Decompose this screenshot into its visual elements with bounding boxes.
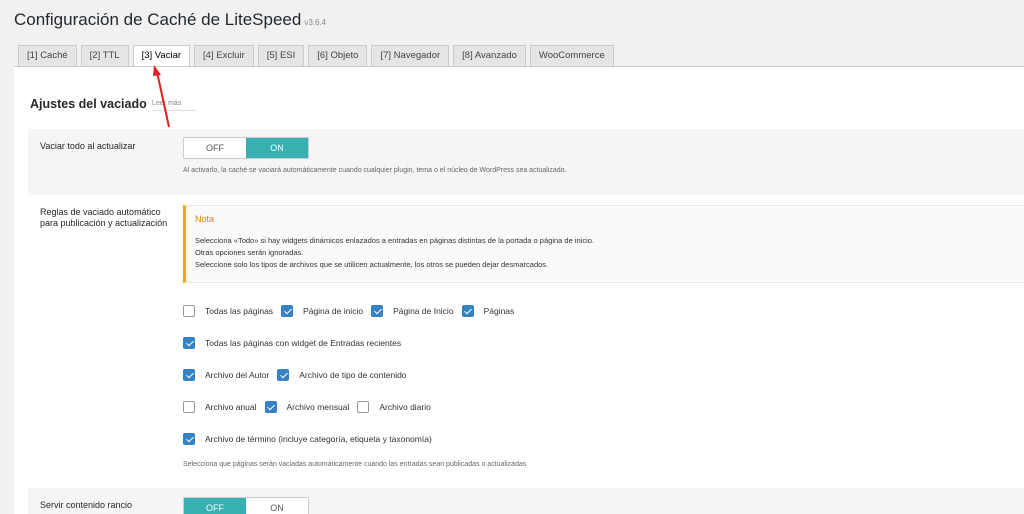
serve-stale-row: Servir contenido rancio OFF ON xyxy=(28,488,1024,514)
note-box: Nota Selecciona «Todo» si hay widgets di… xyxy=(183,205,1024,283)
post-type-archive-checkbox[interactable] xyxy=(277,369,290,381)
section-title: Ajustes del vaciado xyxy=(30,97,147,111)
pages-checkbox[interactable] xyxy=(461,305,474,317)
toggle-off-option[interactable]: OFF xyxy=(184,138,246,158)
checkbox-group-author: Archivo del Autor Archivo de tipo de con… xyxy=(183,368,415,382)
home-page-checkbox[interactable] xyxy=(371,305,384,317)
auto-purge-rules-hint: Selecciona que páginas serán vaciadas au… xyxy=(183,461,527,468)
front-page-label: Página de inicio xyxy=(303,306,364,316)
note-line: Selecciona «Todo» si hay widgets dinámic… xyxy=(195,236,595,245)
all-pages-label: Todas las páginas xyxy=(205,306,274,316)
purge-all-on-upgrade-label: Vaciar todo al actualizar xyxy=(40,141,136,151)
tab-cache[interactable]: [1] Caché xyxy=(18,45,77,67)
note-text: Selecciona «Todo» si hay widgets dinámic… xyxy=(195,235,594,271)
term-archive-checkbox[interactable] xyxy=(183,433,195,445)
auto-purge-rules-label: Reglas de vaciado automático para public… xyxy=(40,207,168,228)
recent-posts-widget-checkbox[interactable] xyxy=(183,337,195,349)
yearly-archive-checkbox[interactable] xyxy=(183,401,195,413)
toggle-on-option[interactable]: ON xyxy=(246,498,308,514)
page-title-text: Configuración de Caché de LiteSpeed xyxy=(14,10,302,29)
author-archive-label: Archivo del Autor xyxy=(205,370,270,380)
annotation-arrow-icon xyxy=(153,65,170,128)
checkbox-group-pages: Todas las páginas Página de inicio Págin… xyxy=(183,304,522,318)
serve-stale-label: Servir contenido rancio xyxy=(40,500,133,510)
note-line: Seleccione solo los tipos de archivos qu… xyxy=(195,260,549,269)
monthly-archive-label: Archivo mensual xyxy=(286,402,350,412)
auto-purge-rules-row: Reglas de vaciado automático para public… xyxy=(28,195,1024,488)
tab-excludes[interactable]: [4] Excluir xyxy=(194,45,254,67)
tab-ttl[interactable]: [2] TTL xyxy=(80,45,129,67)
note-line: Otras opciones serán ignoradas. xyxy=(195,248,304,257)
settings-panel: Ajustes del vaciado Leer más Vaciar todo… xyxy=(14,67,1024,514)
daily-archive-checkbox[interactable] xyxy=(357,401,370,413)
purge-all-on-upgrade-toggle[interactable]: OFF ON xyxy=(183,137,309,159)
serve-stale-toggle[interactable]: OFF ON xyxy=(183,497,309,514)
tab-browser[interactable]: [7] Navegador xyxy=(371,45,450,67)
pages-label: Páginas xyxy=(483,306,515,316)
recent-posts-widget-label: Todas las páginas con widget de Entradas… xyxy=(205,338,402,348)
front-page-checkbox[interactable] xyxy=(281,305,294,317)
version-label: v3.6.4 xyxy=(304,18,327,27)
tab-esi[interactable]: [5] ESI xyxy=(257,45,305,67)
tab-object[interactable]: [6] Objeto xyxy=(308,45,368,67)
page-title: Configuración de Caché de LiteSpeed v3.6.… xyxy=(14,10,326,30)
home-page-label: Página de Inicio xyxy=(393,306,454,316)
purge-all-on-upgrade-row: Vaciar todo al actualizar OFF ON Al acti… xyxy=(28,129,1024,195)
tab-woocommerce[interactable]: WooCommerce xyxy=(529,45,614,67)
note-title: Nota xyxy=(195,214,215,224)
toggle-off-option[interactable]: OFF xyxy=(184,498,246,514)
checkbox-group-date: Archivo anual Archivo mensual Archivo di… xyxy=(183,400,439,414)
daily-archive-label: Archivo diario xyxy=(379,402,431,412)
all-pages-checkbox[interactable] xyxy=(183,305,195,317)
checkbox-group-term: Archivo de término (incluye categoría, e… xyxy=(183,432,440,446)
yearly-archive-label: Archivo anual xyxy=(205,402,257,412)
purge-all-on-upgrade-hint: Al activarlo, la caché se vaciará automá… xyxy=(183,167,567,174)
checkbox-group-widget: Todas las páginas con widget de Entradas… xyxy=(183,336,409,350)
toggle-on-option[interactable]: ON xyxy=(246,138,308,158)
monthly-archive-checkbox[interactable] xyxy=(264,401,277,413)
post-type-archive-label: Archivo de tipo de contenido xyxy=(299,370,407,380)
tab-advanced[interactable]: [8] Avanzado xyxy=(453,45,526,67)
author-archive-checkbox[interactable] xyxy=(183,369,195,381)
term-archive-label: Archivo de término (incluye categoría, e… xyxy=(205,434,432,444)
tab-bar: [1] Caché [2] TTL [3] Vaciar [4] Excluir… xyxy=(18,45,614,68)
